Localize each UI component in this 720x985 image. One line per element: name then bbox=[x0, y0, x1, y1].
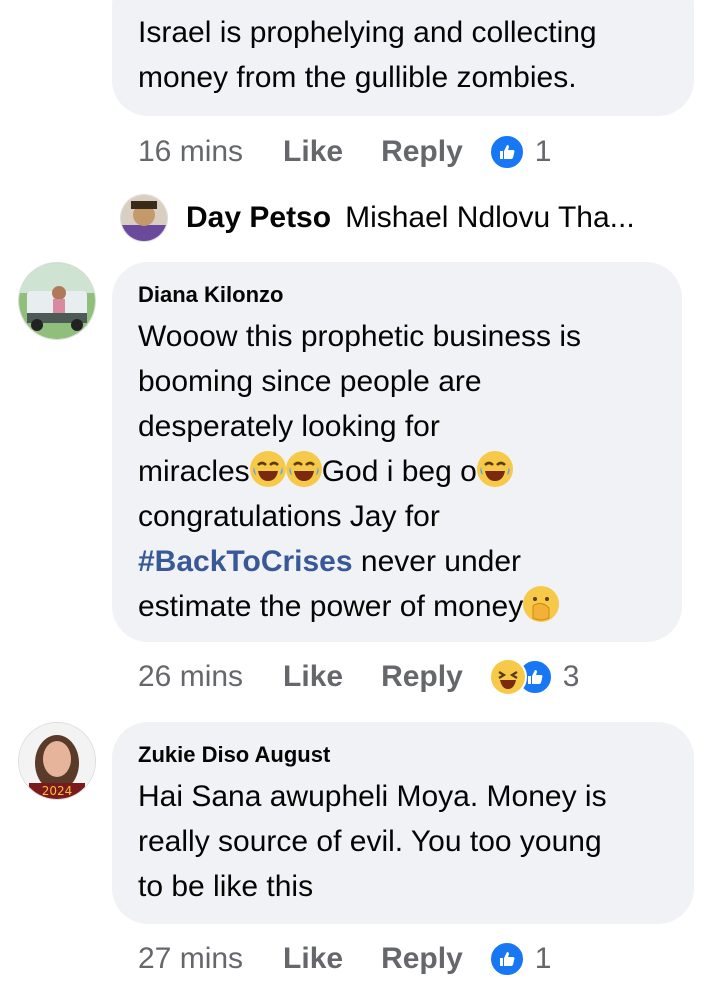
comment-line: congratulations Jay for bbox=[138, 500, 440, 533]
reply-avatar[interactable] bbox=[120, 194, 168, 242]
comment-time[interactable]: 16 mins bbox=[138, 135, 243, 169]
reaction-summary[interactable]: 1 bbox=[488, 134, 552, 170]
comment-line: never under bbox=[352, 545, 522, 578]
reaction-summary[interactable]: 1 bbox=[488, 941, 552, 977]
comment-text: Israel is prophelying and collecting mon… bbox=[138, 16, 597, 94]
like-button[interactable]: Like bbox=[283, 660, 343, 694]
comment-line: God i beg o bbox=[321, 455, 477, 488]
comment-bubble: Zukie Diso August Hai Sana awupheli Moya… bbox=[112, 722, 694, 924]
reaction-summary[interactable]: 3 bbox=[488, 658, 580, 696]
thumbs-up-icon bbox=[488, 941, 525, 977]
avatar-image bbox=[121, 195, 167, 241]
thumbs-up-icon bbox=[488, 134, 525, 170]
avatar-image: 2024 bbox=[19, 723, 95, 799]
comment-time[interactable]: 27 mins bbox=[138, 942, 243, 976]
comment-line: really source of evil. You too young bbox=[138, 825, 602, 858]
reply-button[interactable]: Reply bbox=[381, 942, 463, 976]
haha-reaction-icon bbox=[488, 658, 527, 696]
comment-bubble: Diana Kilonzo Wooow this prophetic busin… bbox=[112, 262, 682, 642]
comment-text: Hai Sana awupheli Moya. Money is really … bbox=[138, 774, 668, 909]
laughing-emoji-icon bbox=[249, 451, 286, 487]
reaction-count: 3 bbox=[562, 660, 580, 693]
reply-button[interactable]: Reply bbox=[381, 660, 463, 694]
comment-author[interactable]: Diana Kilonzo bbox=[138, 282, 656, 308]
svg-text:2024: 2024 bbox=[42, 784, 73, 798]
reply-text: Mishael Ndlovu Tha... bbox=[345, 201, 635, 234]
laughing-emoji-icon bbox=[285, 451, 322, 487]
comment-text: Wooow this prophetic business is booming… bbox=[138, 314, 656, 629]
avatar[interactable]: 2024 bbox=[18, 722, 96, 800]
avatar-image bbox=[19, 263, 95, 339]
comment-meta: 26 mins Like Reply 3 bbox=[138, 657, 579, 697]
comment-bubble: Israel is prophelying and collecting mon… bbox=[112, 0, 694, 116]
laughing-emoji-icon bbox=[476, 451, 513, 487]
comment-line: to be like this bbox=[138, 870, 314, 903]
comment-meta: 16 mins Like Reply 1 bbox=[138, 132, 551, 172]
comment-line: Wooow this prophetic business is bbox=[138, 320, 581, 353]
hashtag-link[interactable]: #BackToCrises bbox=[138, 545, 353, 578]
avatar[interactable] bbox=[18, 262, 96, 340]
comment-line: estimate the power of money bbox=[138, 590, 524, 623]
comment-author[interactable]: Zukie Diso August bbox=[138, 742, 668, 768]
comment-line: miracles bbox=[138, 455, 250, 488]
hand-over-mouth-emoji-icon bbox=[523, 586, 560, 622]
reaction-count: 1 bbox=[534, 942, 552, 975]
comment-meta: 27 mins Like Reply 1 bbox=[138, 939, 551, 979]
reaction-count: 1 bbox=[534, 135, 552, 168]
comment-line: Hai Sana awupheli Moya. Money is bbox=[138, 780, 607, 813]
comment-line: booming since people are bbox=[138, 365, 482, 398]
comment-time[interactable]: 26 mins bbox=[138, 660, 243, 694]
like-button[interactable]: Like bbox=[283, 135, 343, 169]
reply-author[interactable]: Day Petso bbox=[186, 201, 331, 235]
like-button[interactable]: Like bbox=[283, 942, 343, 976]
reply-button[interactable]: Reply bbox=[381, 135, 463, 169]
reply-preview[interactable]: Day Petso Mishael Ndlovu Tha... bbox=[120, 194, 635, 242]
comment-line: desperately looking for bbox=[138, 410, 440, 443]
